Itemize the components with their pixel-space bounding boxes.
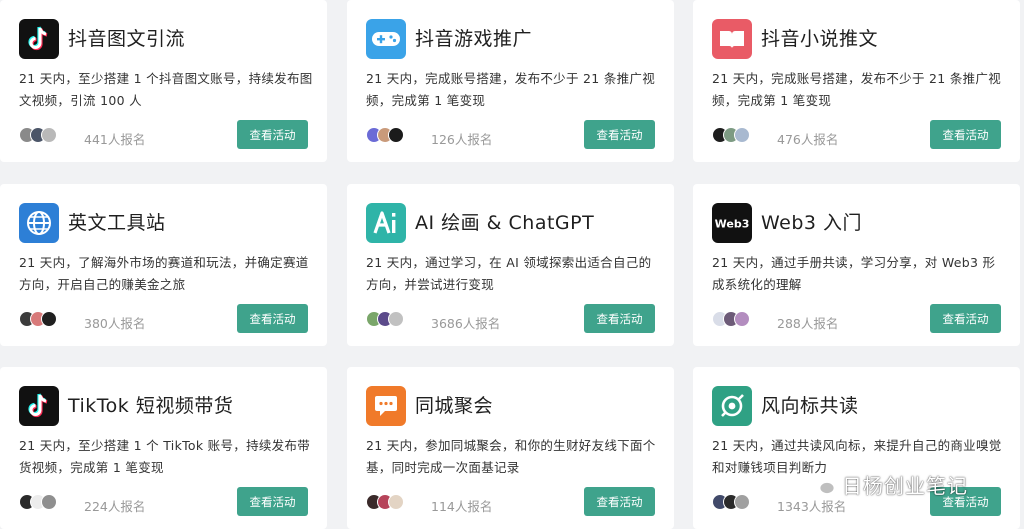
- card-description: 21 天内，通过学习，在 AI 领域探索出适合自己的方向，并尝试进行变现: [366, 255, 652, 292]
- signup-count: 3686人报名: [431, 316, 501, 331]
- signup-count: 476人报名: [777, 132, 839, 147]
- participant-avatars: [366, 494, 404, 512]
- activity-card: AI 绘画 & ChatGPT 21 天内，通过学习，在 AI 领域探索出适合自…: [347, 184, 674, 346]
- view-activity-button[interactable]: 查看活动: [584, 120, 655, 149]
- card-title: 风向标共读: [761, 395, 859, 417]
- participant-avatars: [19, 494, 57, 512]
- participant-avatars: [19, 311, 57, 329]
- card-description: 21 天内，通过手册共读，学习分享，对 Web3 形成系统化的理解: [712, 255, 996, 292]
- card-title: 抖音小说推文: [761, 28, 879, 50]
- avatar: [388, 494, 404, 510]
- card-description: 21 天内，完成账号搭建，发布不少于 21 条推广视频，完成第 1 笔变现: [366, 71, 656, 108]
- activity-card: Web3 Web3 入门 21 天内，通过手册共读，学习分享，对 Web3 形成…: [693, 184, 1020, 346]
- signup-count: 224人报名: [84, 499, 146, 514]
- card-title: 同城聚会: [415, 395, 494, 417]
- avatar: [388, 311, 404, 327]
- avatar: [388, 127, 404, 143]
- card-description: 21 天内，参加同城聚会，和你的生财好友线下面个基，同时完成一次面基记录: [366, 438, 656, 475]
- card-description: 21 天内，至少搭建 1 个抖音图文账号，持续发布图文视频，引流 100 人: [19, 71, 313, 108]
- card-title: 英文工具站: [68, 212, 166, 234]
- signup-count: 126人报名: [431, 132, 493, 147]
- card-title: AI 绘画 & ChatGPT: [415, 212, 595, 234]
- watermark-text: 日杨创业笔记: [842, 474, 968, 498]
- activity-card: 抖音图文引流 21 天内，至少搭建 1 个抖音图文账号，持续发布图文视频，引流 …: [0, 0, 327, 162]
- card-description: 21 天内，了解海外市场的赛道和玩法，并确定赛道方向，开启自己的赚美金之旅: [19, 255, 309, 292]
- card-description: 21 天内，完成账号搭建，发布不少于 21 条推广视频，完成第 1 笔变现: [712, 71, 1002, 108]
- view-activity-button[interactable]: 查看活动: [930, 120, 1001, 149]
- activity-card: 英文工具站 21 天内，了解海外市场的赛道和玩法，并确定赛道方向，开启自己的赚美…: [0, 184, 327, 346]
- activity-card: TikTok 短视频带货 21 天内，至少搭建 1 个 TikTok 账号，持续…: [0, 367, 327, 529]
- activity-card: 同城聚会 21 天内，参加同城聚会，和你的生财好友线下面个基，同时完成一次面基记…: [347, 367, 674, 529]
- avatar: [41, 311, 57, 327]
- avatar: [41, 127, 57, 143]
- avatar: [734, 127, 750, 143]
- view-activity-button[interactable]: 查看活动: [237, 487, 308, 516]
- signup-count: 288人报名: [777, 316, 839, 331]
- participant-avatars: [366, 311, 404, 329]
- participant-avatars: [19, 127, 57, 145]
- card-title: 抖音图文引流: [68, 28, 186, 50]
- chat-bubble-icon: [366, 386, 406, 426]
- signup-count: 380人报名: [84, 316, 146, 331]
- card-description: 21 天内，至少搭建 1 个 TikTok 账号，持续发布带货视频，完成第 1 …: [19, 438, 311, 475]
- web3-icon: Web3: [712, 203, 752, 243]
- svg-text:Web3: Web3: [715, 218, 750, 231]
- view-activity-button[interactable]: 查看活动: [584, 304, 655, 333]
- avatar: [41, 494, 57, 510]
- view-activity-button[interactable]: 查看活动: [930, 304, 1001, 333]
- participant-avatars: [712, 127, 750, 145]
- ai-icon: [366, 203, 406, 243]
- card-title: Web3 入门: [761, 212, 863, 234]
- tiktok-icon: [19, 386, 59, 426]
- view-activity-button[interactable]: 查看活动: [237, 304, 308, 333]
- globe-icon: [19, 203, 59, 243]
- avatar: [734, 311, 750, 327]
- participant-avatars: [366, 127, 404, 145]
- tiktok-icon: [19, 19, 59, 59]
- activity-grid: 抖音图文引流 21 天内，至少搭建 1 个抖音图文账号，持续发布图文视频，引流 …: [0, 0, 1024, 529]
- signup-count: 441人报名: [84, 132, 146, 147]
- card-title: TikTok 短视频带货: [68, 395, 234, 417]
- view-activity-button[interactable]: 查看活动: [237, 120, 308, 149]
- gamepad-icon: [366, 19, 406, 59]
- compass-icon: [712, 386, 752, 426]
- view-activity-button[interactable]: 查看活动: [584, 487, 655, 516]
- signup-count: 114人报名: [431, 499, 493, 514]
- avatar: [734, 494, 750, 510]
- participant-avatars: [712, 494, 750, 512]
- activity-card: 抖音游戏推广 21 天内，完成账号搭建，发布不少于 21 条推广视频，完成第 1…: [347, 0, 674, 162]
- activity-card: 抖音小说推文 21 天内，完成账号搭建，发布不少于 21 条推广视频，完成第 1…: [693, 0, 1020, 162]
- card-title: 抖音游戏推广: [415, 28, 533, 50]
- wechat-icon: [810, 474, 836, 495]
- activity-card: 风向标共读 21 天内，通过共读风向标，来提升自己的商业嗅觉和对赚钱项目判断力 …: [693, 367, 1020, 529]
- book-icon: [712, 19, 752, 59]
- watermark: 日杨创业笔记: [810, 470, 968, 499]
- participant-avatars: [712, 311, 750, 329]
